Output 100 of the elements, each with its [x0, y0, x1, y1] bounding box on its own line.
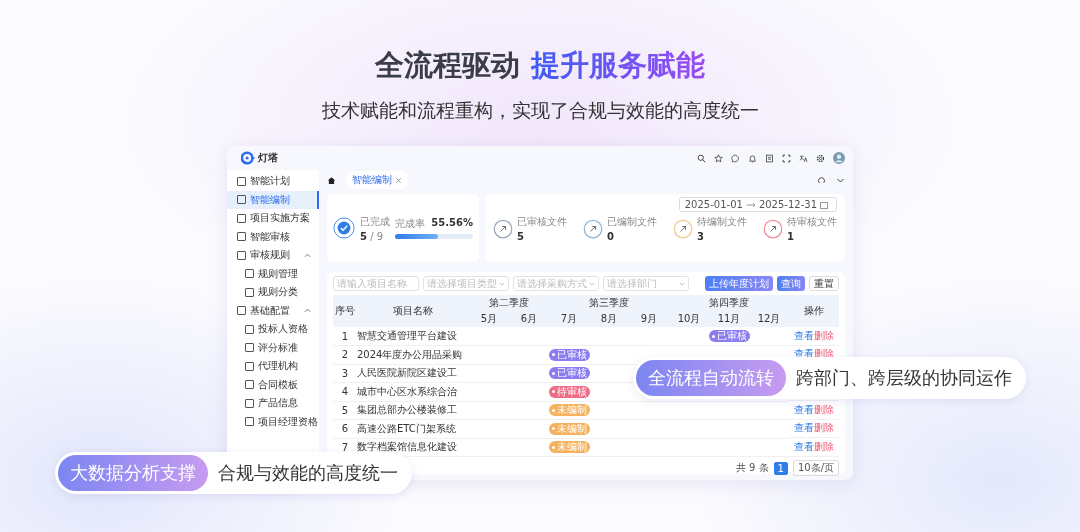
- link[interactable]: 查看: [794, 328, 814, 343]
- date-range-field[interactable]: 2025-01-01 2025-12-31: [678, 197, 837, 212]
- chat-icon[interactable]: [731, 153, 740, 163]
- column-header: 操作: [789, 295, 839, 327]
- stat-label: 已编制文件: [607, 215, 657, 229]
- rate-label: 完成率: [395, 217, 425, 231]
- table-cell: 6: [333, 419, 357, 438]
- callout-text: 合规与效能的高度统一: [218, 461, 398, 485]
- column-header: 5月: [469, 311, 509, 327]
- column-header: 12月: [749, 311, 789, 327]
- select-field[interactable]: 请选择部门: [603, 276, 689, 291]
- column-header: 11月: [709, 311, 749, 327]
- sidebar-item[interactable]: 智能计划: [227, 172, 319, 191]
- translate-icon[interactable]: [799, 153, 808, 163]
- link[interactable]: 查看: [794, 402, 814, 417]
- table-cell: 1: [333, 327, 357, 346]
- callout-tag: 大数据分析支撑: [58, 455, 208, 491]
- settings-icon[interactable]: [816, 153, 825, 163]
- status-badge: 未编制: [549, 441, 590, 454]
- dot-icon: [552, 371, 555, 375]
- button[interactable]: 查询: [777, 276, 805, 291]
- callout-tag: 全流程自动流转: [636, 360, 786, 396]
- table-cell: 2024年度办公用品采购: [357, 345, 469, 364]
- table-cell: 人民医院新院区建设工: [357, 364, 469, 383]
- sidebar-item[interactable]: 智能编制: [227, 190, 319, 209]
- table-cell: 3: [333, 364, 357, 383]
- sidebar-item[interactable]: 规则管理: [227, 264, 319, 283]
- headline: 全流程驱动 提升服务赋能: [375, 47, 705, 84]
- stat-value: 0: [607, 231, 615, 242]
- dot-icon: [712, 334, 715, 338]
- link[interactable]: 查看: [794, 439, 814, 454]
- refresh-icon[interactable]: [817, 175, 826, 185]
- sidebar-item[interactable]: 规则分类: [227, 283, 319, 302]
- progress-label: 已完成: [360, 214, 390, 229]
- table-cell: 集团总部办公楼装修工: [357, 401, 469, 420]
- callout-text: 跨部门、跨层级的协同运作: [796, 366, 1012, 390]
- table-cell: 5: [333, 401, 357, 420]
- status-badge: 已审核: [549, 348, 590, 361]
- sidebar-item[interactable]: 项目实施方案: [227, 209, 319, 228]
- star-icon[interactable]: [714, 153, 723, 163]
- stat-value: 3: [697, 231, 705, 242]
- sidebar-item[interactable]: 基础配置: [227, 301, 319, 320]
- stat-value: 5: [517, 231, 525, 242]
- table-cell: 城市中心区水系综合治: [357, 382, 469, 401]
- sidebar-item[interactable]: 项目经理资格: [227, 412, 319, 431]
- column-header: 7月: [549, 311, 589, 327]
- start-date: 2025-01-01: [684, 199, 743, 210]
- document-icon[interactable]: [765, 153, 774, 163]
- chevron-up-icon[interactable]: [304, 251, 311, 259]
- dot-icon: [552, 427, 555, 431]
- search-icon[interactable]: [697, 153, 706, 163]
- button[interactable]: 重置: [809, 276, 839, 291]
- sidebar-item[interactable]: 审核规则: [227, 246, 319, 265]
- progress-count: 5 / 9: [360, 230, 385, 242]
- dot-icon: [552, 408, 555, 412]
- stat-label: 已审核文件: [517, 215, 567, 229]
- input-field[interactable]: 请输入项目名称: [333, 276, 419, 291]
- stat-value: 1: [787, 231, 795, 242]
- status-badge: 待审核: [549, 385, 590, 398]
- tab[interactable]: 智能编制: [346, 171, 408, 189]
- column-header: 8月: [589, 311, 629, 327]
- table-cell: 高速公路ETC门架系统: [357, 419, 469, 438]
- dot-icon: [552, 390, 555, 394]
- status-badge: 已审核: [549, 367, 590, 380]
- status-badge: 未编制: [549, 404, 590, 417]
- stat-label: 待编制文件: [697, 215, 747, 229]
- home-icon[interactable]: [327, 175, 336, 185]
- chevron-up-icon[interactable]: [304, 307, 311, 315]
- status-badge: 未编制: [549, 422, 590, 435]
- bell-icon[interactable]: [748, 153, 757, 163]
- arrow-right-icon: [745, 201, 756, 208]
- link[interactable]: 查看: [794, 421, 814, 436]
- close-icon[interactable]: [395, 176, 402, 184]
- dot-icon: [552, 353, 555, 357]
- sidebar-item[interactable]: 代理机构: [227, 357, 319, 376]
- column-header: 项目名称: [357, 295, 469, 327]
- stat-label: 待审核文件: [787, 215, 837, 229]
- column-header: 9月: [629, 311, 669, 327]
- calendar-icon[interactable]: [820, 200, 828, 209]
- column-header: 第三季度: [549, 295, 669, 311]
- sidebar-item[interactable]: 智能审核: [227, 227, 319, 246]
- link[interactable]: 查看: [794, 347, 814, 362]
- dot-icon: [552, 445, 555, 449]
- app-name: 灯塔: [258, 151, 278, 165]
- fullscreen-icon[interactable]: [782, 153, 791, 163]
- column-header: 第二季度: [469, 295, 549, 311]
- column-header: 6月: [509, 311, 549, 327]
- sidebar-item[interactable]: 产品信息: [227, 394, 319, 413]
- page-size-select[interactable]: 10条/页: [792, 460, 839, 476]
- sidebar-item[interactable]: 评分标准: [227, 338, 319, 357]
- sidebar-item[interactable]: 投标人资格: [227, 320, 319, 339]
- table-cell: 智慧交通管理平台建设: [357, 327, 469, 346]
- logo-icon: [241, 151, 255, 165]
- check-icon: [333, 217, 355, 239]
- avatar-icon[interactable]: [833, 152, 845, 164]
- sidebar-item[interactable]: 合同模板: [227, 375, 319, 394]
- table-cell: 4: [333, 382, 357, 401]
- total-count: 共 9 条: [735, 461, 769, 475]
- column-header: 第四季度: [669, 295, 789, 311]
- page-button[interactable]: 1: [773, 461, 788, 475]
